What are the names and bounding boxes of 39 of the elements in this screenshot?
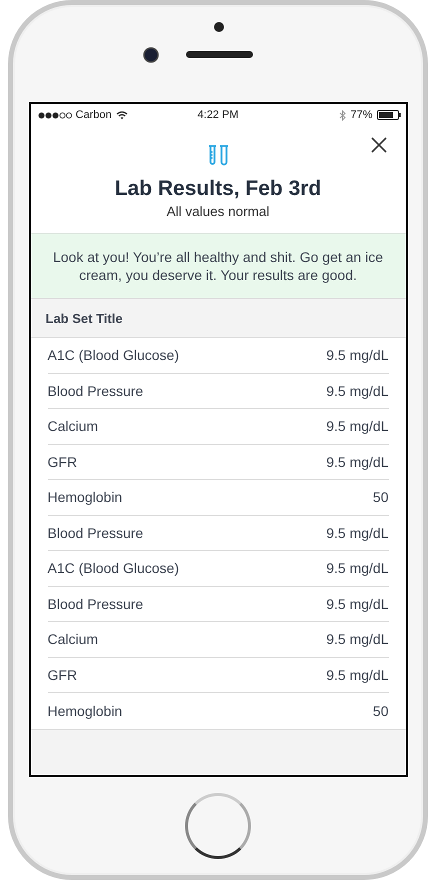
status-time: 4:22 PM xyxy=(198,109,238,121)
close-button[interactable] xyxy=(368,135,388,155)
test-value: 9.5 mg/dL xyxy=(326,524,388,541)
test-value: 9.5 mg/dL xyxy=(326,347,388,364)
test-value: 50 xyxy=(372,702,388,719)
test-name: Blood Pressure xyxy=(48,382,144,399)
test-tubes-icon xyxy=(206,145,230,167)
banner-message: Look at you! You’re all healthy and shit. Go get an ice cream, you deserve it. Your results are good. xyxy=(52,248,384,284)
section-title: Lab Set Title xyxy=(46,310,123,326)
test-name: Blood Pressure xyxy=(48,524,144,541)
test-value: 9.5 mg/dL xyxy=(326,418,388,434)
test-value: 9.5 mg/dL xyxy=(326,454,388,470)
signal-icon xyxy=(38,112,72,118)
test-value: 9.5 mg/dL xyxy=(326,382,388,399)
battery-icon xyxy=(376,110,400,120)
test-name: Blood Pressure xyxy=(48,596,144,612)
test-name: Hemoglobin xyxy=(48,489,122,506)
home-button[interactable] xyxy=(185,793,251,859)
battery-percent: 77% xyxy=(350,109,372,121)
test-name: GFR xyxy=(48,666,78,683)
page-title: Lab Results, Feb 3rd xyxy=(114,177,322,201)
wifi-icon xyxy=(116,110,128,120)
camera-icon xyxy=(143,47,159,63)
test-name: GFR xyxy=(48,454,78,470)
test-value: 9.5 mg/dL xyxy=(326,560,388,576)
carrier-name: Carbon xyxy=(76,109,112,121)
test-value: 9.5 mg/dL xyxy=(326,596,388,612)
test-name: A1C (Blood Glucose) xyxy=(48,560,180,576)
bluetooth-icon xyxy=(339,110,346,120)
test-name: Hemoglobin xyxy=(48,702,122,719)
test-value: 9.5 mg/dL xyxy=(326,666,388,683)
test-name: A1C (Blood Glucose) xyxy=(48,347,180,364)
test-value: 50 xyxy=(372,489,388,506)
speaker-icon xyxy=(186,51,253,58)
test-name: Calcium xyxy=(48,418,98,434)
test-name: Calcium xyxy=(48,631,98,648)
page-subtitle: All values normal xyxy=(166,204,270,219)
sensor-icon xyxy=(214,22,224,32)
test-value: 9.5 mg/dL xyxy=(326,631,388,648)
